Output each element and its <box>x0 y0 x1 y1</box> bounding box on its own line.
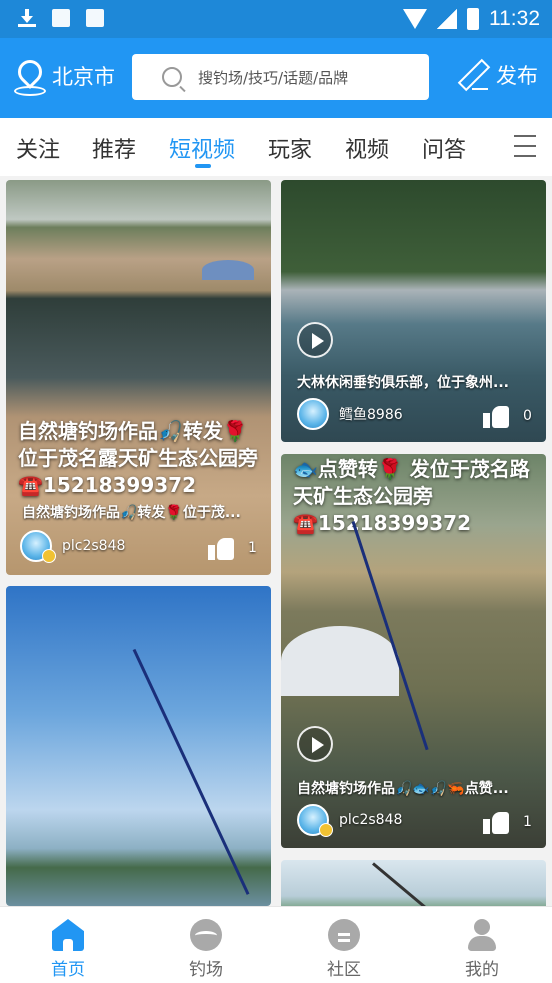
tab-recommend[interactable]: 推荐 <box>92 132 136 164</box>
card-overlay-text: 🐟点赞转🌹 发位于茂名路天矿生态公园旁☎️15218399372 <box>293 457 530 535</box>
avatar <box>20 530 56 563</box>
search-icon <box>162 67 182 87</box>
vip-badge-icon <box>319 823 333 837</box>
category-tabs: 关注 推荐 短视频 玩家 视频 问答 <box>0 118 552 176</box>
card-caption: 大林休闲垂钓俱乐部，位于象州... <box>297 375 509 391</box>
like-button[interactable]: 1 <box>483 810 532 834</box>
location-pin-icon <box>14 60 46 96</box>
nav-community[interactable]: 社区 <box>304 919 384 980</box>
fishing-rod <box>372 862 428 910</box>
author-name: 鳕鱼8986 <box>339 407 403 423</box>
tab-video[interactable]: 视频 <box>345 132 389 164</box>
author-name: plc2s848 <box>62 538 126 554</box>
avatar <box>297 398 329 430</box>
profile-icon <box>466 919 498 951</box>
signal-icon <box>437 9 457 29</box>
nav-profile-label: 我的 <box>465 960 499 980</box>
download-icon <box>18 9 36 27</box>
like-count: 0 <box>523 408 532 424</box>
publish-label: 发布 <box>496 64 538 88</box>
tab-follow[interactable]: 关注 <box>16 132 60 164</box>
location-label: 北京市 <box>52 65 115 89</box>
menu-icon[interactable] <box>514 135 538 157</box>
tab-short-video[interactable]: 短视频 <box>169 132 235 164</box>
search-bar[interactable]: 搜钓场/技巧/话题/品牌 <box>132 54 429 100</box>
nav-fishing-spots-label: 钓场 <box>189 960 223 980</box>
nav-profile[interactable]: 我的 <box>442 919 522 980</box>
play-icon[interactable] <box>297 322 333 358</box>
thumbs-up-icon <box>483 810 509 834</box>
book-notification-icon <box>86 9 104 27</box>
thumbs-up-icon <box>208 536 234 560</box>
video-card[interactable] <box>6 586 271 906</box>
nav-fishing-spots[interactable]: 钓场 <box>166 919 246 980</box>
vip-badge-icon <box>42 549 56 563</box>
play-icon[interactable] <box>297 726 333 762</box>
home-icon <box>52 919 84 951</box>
umbrella <box>202 260 254 280</box>
search-placeholder: 搜钓场/技巧/话题/品牌 <box>198 68 349 87</box>
card-caption: 自然塘钓场作品🎣转发🌹位于茂... <box>22 505 241 521</box>
status-bar: 11:32 <box>0 0 552 38</box>
avatar <box>297 804 333 837</box>
card-overlay-text: 自然塘钓场作品🎣转发🌹位于茂名露天矿生态公园旁☎️15218399372 <box>18 419 258 497</box>
nav-home-label: 首页 <box>51 960 85 980</box>
bottom-navigation: 首页 钓场 社区 我的 <box>0 906 552 983</box>
card-author[interactable]: 鳕鱼8986 <box>297 398 403 430</box>
battery-icon <box>467 8 479 30</box>
umbrella <box>281 626 399 696</box>
video-card[interactable]: 自然塘钓场作品🎣转发🌹位于茂名露天矿生态公园旁☎️15218399372 自然塘… <box>6 180 271 575</box>
thumbs-up-icon <box>483 404 509 428</box>
location-selector[interactable]: 北京市 <box>14 60 115 96</box>
top-header: 北京市 搜钓场/技巧/话题/品牌 发布 <box>0 38 552 118</box>
like-button[interactable]: 1 <box>208 536 257 560</box>
tab-qa[interactable]: 问答 <box>422 132 466 164</box>
like-button[interactable]: 0 <box>483 404 532 428</box>
fishing-spot-icon <box>190 919 222 951</box>
status-time: 11:32 <box>489 7 540 30</box>
nav-community-label: 社区 <box>327 960 361 980</box>
card-caption: 自然塘钓场作品🎣🐟🎣🦐点赞... <box>297 781 509 797</box>
active-tab-indicator <box>195 164 211 168</box>
author-name: plc2s848 <box>339 812 403 828</box>
wifi-icon <box>403 9 427 29</box>
video-card[interactable]: 🐟点赞转🌹 发位于茂名路天矿生态公园旁☎️15218399372 自然塘钓场作品… <box>281 454 546 848</box>
tab-players[interactable]: 玩家 <box>268 132 312 164</box>
nav-home[interactable]: 首页 <box>28 919 108 980</box>
card-author[interactable]: plc2s848 <box>20 530 126 563</box>
publish-button[interactable]: 发布 <box>458 60 538 90</box>
like-count: 1 <box>523 814 532 830</box>
video-card[interactable]: 大林休闲垂钓俱乐部，位于象州... 鳕鱼8986 0 <box>281 180 546 442</box>
pen-icon <box>458 60 488 90</box>
fishing-rod <box>132 648 250 895</box>
book-notification-icon <box>52 9 70 27</box>
card-author[interactable]: plc2s848 <box>297 804 403 837</box>
community-icon <box>328 919 360 951</box>
like-count: 1 <box>248 540 257 556</box>
